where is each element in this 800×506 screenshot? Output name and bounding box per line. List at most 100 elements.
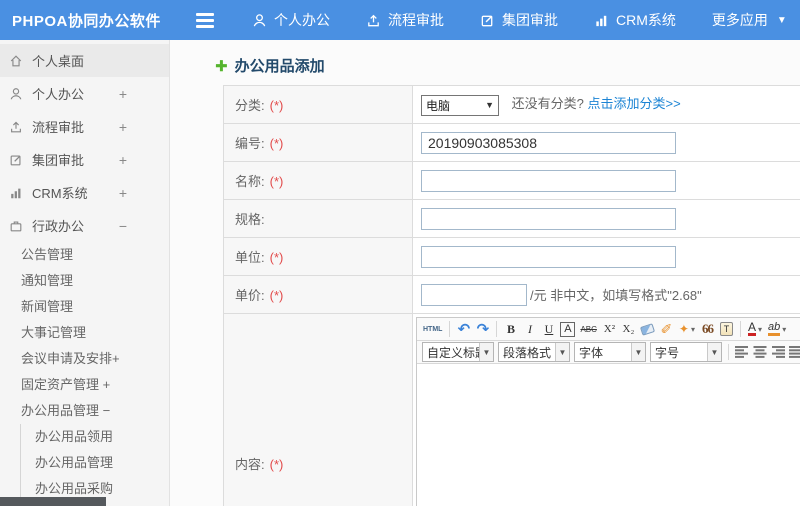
required-mark: (*) [269, 98, 284, 113]
sidebar-item-supplies-manage[interactable]: 办公用品管理 [21, 450, 169, 476]
required-mark: (*) [269, 288, 284, 303]
paste-as-text-icon[interactable]: T [719, 320, 734, 338]
edit-icon [9, 153, 23, 167]
sidebar-item-crm-system[interactable]: CRM系统 + [0, 176, 169, 209]
spec-label-cell: 规格: [223, 199, 413, 238]
top-navbar: PHPOA协同办公软件 个人办公 流程审批 集团审批 CRM系统 更多应用 ▼ [0, 0, 800, 40]
align-justify-icon[interactable] [789, 346, 800, 358]
source-code-button[interactable]: HTML [422, 320, 443, 338]
sidebar-item-notice-mgmt[interactable]: 通知管理 [0, 268, 169, 294]
content-value-cell: HTML ↶ ↷ B I U A ABC X² X₂ ✐ ✦ ▾ 66 T A … [412, 313, 800, 506]
caret-down-icon: ▼ [555, 343, 569, 361]
form-row-unit: 单位: (*) [223, 237, 800, 276]
required-mark: (*) [269, 174, 284, 189]
align-left-icon[interactable] [735, 346, 749, 358]
sidebar-item-administrative-office[interactable]: 行政办公 − [0, 209, 169, 242]
person-icon [9, 87, 23, 101]
sidebar-item-label: 集团审批 [32, 153, 85, 168]
format-painter-icon[interactable]: ✐ [659, 320, 674, 338]
sidebar-item-personal-office[interactable]: 个人办公 + [0, 77, 169, 110]
underline-icon[interactable]: U [541, 320, 556, 338]
content-label-cell: 内容: (*) [223, 313, 413, 506]
editor-content-area[interactable] [417, 364, 800, 506]
app-logo: PHPOA协同办公软件 [12, 12, 161, 30]
nav-item-more-apps[interactable]: 更多应用 ▼ [712, 10, 787, 30]
spec-input[interactable] [421, 207, 676, 230]
form-row-price: 单价: (*) /元 非中文，如填写格式"2.68" [223, 275, 800, 314]
bold-icon[interactable]: B [503, 320, 518, 338]
name-label-cell: 名称: (*) [223, 161, 413, 200]
sidebar-supplies-submenu: 办公用品领用 办公用品管理 办公用品采购 [20, 424, 169, 502]
sidebar-item-supplies-claim[interactable]: 办公用品领用 [21, 424, 169, 450]
edit-icon [480, 13, 495, 28]
collapse-toggle[interactable]: − [119, 218, 127, 234]
form-row-content: 内容: (*) HTML ↶ ↷ B I U A ABC X² X₂ ✐ ✦ ▾… [223, 313, 800, 506]
expand-toggle[interactable]: + [119, 86, 127, 102]
sidebar-item-news-mgmt[interactable]: 新闻管理 [0, 294, 169, 320]
sidebar-item-workflow-approval[interactable]: 流程审批 + [0, 110, 169, 143]
briefcase-icon [9, 219, 23, 233]
font-family-select[interactable]: 字体 ▼ [574, 342, 646, 362]
char-border-icon[interactable]: A [560, 321, 576, 337]
bar-chart-icon [9, 186, 23, 200]
hamburger-menu-icon[interactable] [196, 12, 214, 28]
nav-item-label: CRM系统 [616, 12, 676, 28]
paragraph-format-select[interactable]: 段落格式 ▼ [498, 342, 570, 362]
sidebar-item-announcement-mgmt[interactable]: 公告管理 [0, 242, 169, 268]
required-mark: (*) [269, 457, 284, 472]
expand-toggle[interactable]: + [119, 119, 127, 135]
add-plus-icon: ✚ [215, 57, 228, 75]
strikethrough-icon[interactable]: ABC [579, 320, 597, 338]
highlight-color-icon[interactable]: ab ▾ [767, 320, 787, 338]
caret-down-icon: ▼ [479, 343, 493, 361]
category-select[interactable]: 电脑 ▼ [421, 94, 499, 116]
supply-add-form: 分类: (*) 电脑 ▼ 还没有分类? 点击添加分类>> 编号: (*) 201… [223, 85, 800, 506]
sidebar-item-label: 行政办公 [32, 219, 85, 234]
auto-typeset-icon[interactable]: ✦ ▾ [678, 320, 696, 338]
undo-icon[interactable]: ↶ [456, 320, 471, 338]
name-input[interactable] [421, 169, 676, 192]
code-input[interactable] [421, 131, 676, 154]
sidebar-item-label: 流程审批 [32, 120, 85, 135]
expand-toggle[interactable]: + [119, 185, 127, 201]
sidebar-item-personal-desktop[interactable]: 个人桌面 [0, 44, 169, 77]
eraser-icon[interactable] [639, 320, 655, 338]
redo-icon[interactable]: ↷ [475, 320, 490, 338]
category-label-cell: 分类: (*) [223, 85, 413, 124]
subscript-icon[interactable]: X₂ [621, 320, 636, 338]
navbar-menu: 个人办公 流程审批 集团审批 CRM系统 更多应用 ▼ [252, 10, 787, 30]
expand-toggle[interactable]: + [119, 152, 127, 168]
sidebar-item-office-supplies-mgmt[interactable]: 办公用品管理 − [0, 398, 169, 424]
sidebar-item-events-mgmt[interactable]: 大事记管理 [0, 320, 169, 346]
sidebar-item-label: 个人办公 [32, 87, 85, 102]
sidebar-item-group-approval[interactable]: 集团审批 + [0, 143, 169, 176]
sidebar-item-label: 个人桌面 [32, 54, 85, 69]
price-input[interactable] [421, 283, 527, 306]
align-center-icon[interactable] [753, 346, 767, 358]
align-right-icon[interactable] [771, 346, 785, 358]
sidebar-item-fixed-assets-mgmt[interactable]: 固定资产管理 + [0, 372, 169, 398]
code-label-cell: 编号: (*) [223, 123, 413, 162]
sidebar-item-meeting-mgmt[interactable]: 会议申请及安排+ [0, 346, 169, 372]
add-category-link[interactable]: 点击添加分类>> [587, 96, 680, 111]
upload-icon [9, 120, 23, 134]
superscript-icon[interactable]: X² [602, 320, 617, 338]
editor-toolbar-row2: 自定义标题▼ 段落格式▼ 字体▼ 字号▼ [417, 341, 800, 364]
page-header: ✚ 办公用品添加 [170, 40, 800, 85]
unit-label-cell: 单位: (*) [223, 237, 413, 276]
nav-item-crm-system[interactable]: CRM系统 [594, 10, 676, 30]
sidebar-item-label: CRM系统 [32, 186, 88, 201]
nav-item-workflow-approval[interactable]: 流程审批 [366, 10, 444, 30]
custom-title-select[interactable]: 自定义标题▼ [422, 342, 494, 362]
upload-icon [366, 13, 381, 28]
italic-icon[interactable]: I [522, 320, 537, 338]
unit-input[interactable] [421, 245, 676, 268]
nav-item-group-approval[interactable]: 集团审批 [480, 10, 558, 30]
nav-item-personal-office[interactable]: 个人办公 [252, 10, 330, 30]
font-color-icon[interactable]: A ▾ [747, 320, 763, 338]
blockquote-icon[interactable]: 66 [700, 320, 715, 338]
content-label: 内容: [235, 457, 265, 472]
editor-toolbar-row1: HTML ↶ ↷ B I U A ABC X² X₂ ✐ ✦ ▾ 66 T A … [417, 318, 800, 341]
nav-item-label: 集团审批 [502, 12, 558, 28]
font-size-select[interactable]: 字号 ▼ [650, 342, 722, 362]
